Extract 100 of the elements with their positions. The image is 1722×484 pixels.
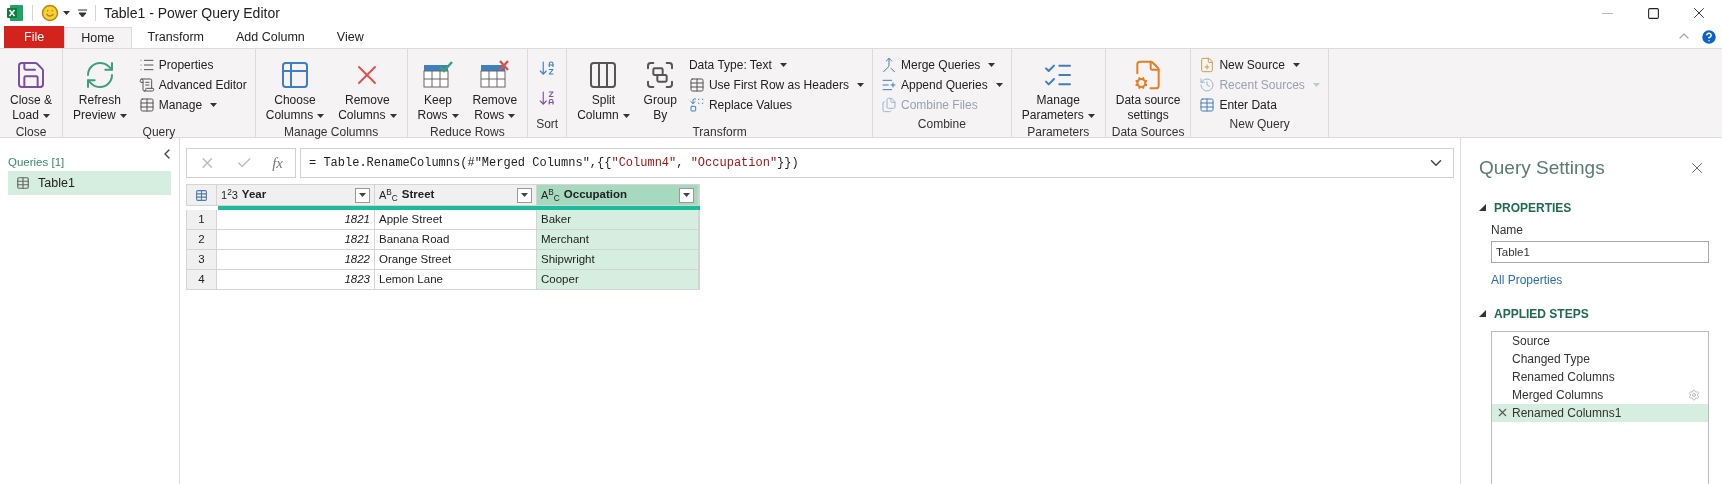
ribbon-button[interactable]: Manage [134,95,251,115]
applied-step[interactable]: Merged Columns [1492,385,1708,404]
group-label: Reduce Rows [429,124,506,141]
maximize-icon [1646,6,1660,20]
function-icon[interactable]: fx [272,151,283,175]
group-label: Sort [535,116,560,133]
dropdown-icon [78,9,87,17]
filter-button[interactable] [679,187,694,203]
column-type[interactable]: 1$^{2}$3 [221,186,238,204]
column-header[interactable]: 1$^{2}$3 Year [217,185,375,205]
filter-button[interactable] [517,187,532,203]
ribbon-button[interactable]: Keep Rows [411,53,465,123]
ribbon-button[interactable]: Manage Parameters [1015,53,1101,123]
ribbon-tab[interactable]: Home [64,27,132,49]
formula-text: = Table.RenameColumns(#"Merged Columns",{{"Column4", "Occupation"}}) [309,155,800,172]
ribbon-button[interactable]: Remove Columns [332,53,403,123]
ribbon-button[interactable]: Data source settings [1109,53,1187,123]
ribbon-button[interactable]: Split Column [571,53,636,123]
table-icon [1199,97,1216,113]
name-field[interactable]: Table1 [1491,240,1709,263]
caret-icon [317,113,325,118]
ribbon-button[interactable]: Refresh Preview [67,53,133,123]
applied-step[interactable]: Changed Type [1492,349,1708,368]
sort-ascending-icon [538,59,557,77]
column-name: Year [241,187,268,203]
ribbon-button[interactable]: Replace Values [684,95,868,115]
ribbon-button[interactable]: Properties [134,55,251,75]
caret-icon [508,113,516,118]
filter-button[interactable] [355,187,370,203]
ribbon-button[interactable]: Close & Load [4,53,59,123]
group-label: Transform [691,124,748,141]
expand-icon[interactable] [1479,310,1486,317]
ribbon-button[interactable]: Choose Columns [259,53,331,123]
formula-field[interactable]: = Table.RenameColumns(#"Merged Columns",{{"Column4", "Occupation"}}) [300,148,1454,178]
step-name: Source [1512,332,1552,350]
caret-icon [779,63,787,67]
ribbon-button[interactable]: Group By [637,53,683,123]
caret-icon [210,103,218,107]
caret-icon [1312,83,1320,87]
caret-icon [1292,63,1300,67]
table-icon [16,176,30,191]
table-cell: 1823 [217,270,375,289]
ribbon-button[interactable]: Use First Row as Headers [684,75,868,95]
all-properties-link[interactable]: All Properties [1491,270,1706,289]
column-header[interactable]: A$^{B}$$_{C}$ Street [375,185,537,205]
files-icon [880,97,897,113]
window-title: Table1 - Power Query Editor [104,3,280,23]
column-name: Occupation [563,187,629,203]
applied-step[interactable]: Renamed Columns [1492,367,1708,386]
customize-toolbar-button[interactable] [78,9,87,17]
ribbon-button[interactable]: Append Queries [876,75,1007,95]
ribbon-tab[interactable]: File [4,26,65,48]
merge-icon [880,57,897,73]
ribbon-button[interactable]: Data Type: Text [684,55,868,75]
caret-icon [622,113,630,118]
caret-icon [389,113,397,118]
step-name: Renamed Columns [1512,368,1616,386]
caret-icon [1087,113,1095,118]
group-label: Parameters [1026,124,1091,141]
ribbon-button[interactable]: Advanced Editor [134,75,251,95]
spreadsheet-logo-icon [6,4,24,22]
applied-step[interactable]: Renamed Columns1 [1492,403,1708,422]
field-label: Name [1491,221,1524,239]
ribbon-tab[interactable]: Transform [131,26,220,48]
ribbon-tab[interactable]: Add Column [220,26,321,48]
applied-step[interactable]: Source [1492,331,1708,350]
history-icon [1199,77,1216,93]
smiley-button[interactable] [41,4,70,22]
row-number: 4 [187,270,217,289]
ribbon-button[interactable]: New Source [1195,55,1324,75]
caret-icon [521,193,528,197]
save-icon [15,59,47,91]
ribbon-button[interactable]: Merge Queries [876,55,1007,75]
caret-icon [856,83,864,87]
section-heading: PROPERTIES [1494,199,1572,217]
file-plus-icon [1199,57,1216,73]
table-check-icon [422,59,454,91]
list-plus-icon [880,77,897,93]
query-name: Table1 [38,174,75,192]
caret-icon [683,193,690,197]
group-label: Close [14,124,48,141]
pane-title: Queries [1] [8,155,66,170]
group-label: Combine [916,116,967,133]
group-label: New Query [1228,116,1291,133]
ribbon-button[interactable]: Enter Data [1195,95,1324,115]
minimize-icon [1601,12,1613,14]
help-icon[interactable] [1700,28,1718,46]
column-header[interactable]: A$^{B}$$_{C}$ Occupation [537,185,699,205]
ribbon-tab[interactable]: View [320,26,380,48]
step-name: Changed Type [1512,350,1591,368]
column-name: Street [401,187,436,203]
table-cell: Cooper [537,270,699,289]
ribbon-button[interactable]: Remove Rows [466,53,524,123]
row-number: 2 [187,230,217,249]
expand-icon[interactable] [1479,204,1486,211]
group-label: Manage Columns [283,124,380,141]
caret-icon [119,113,127,118]
query-item[interactable]: Table1 [8,171,171,196]
table-delete-icon [478,59,511,91]
table-cell: Merchant [537,230,699,249]
